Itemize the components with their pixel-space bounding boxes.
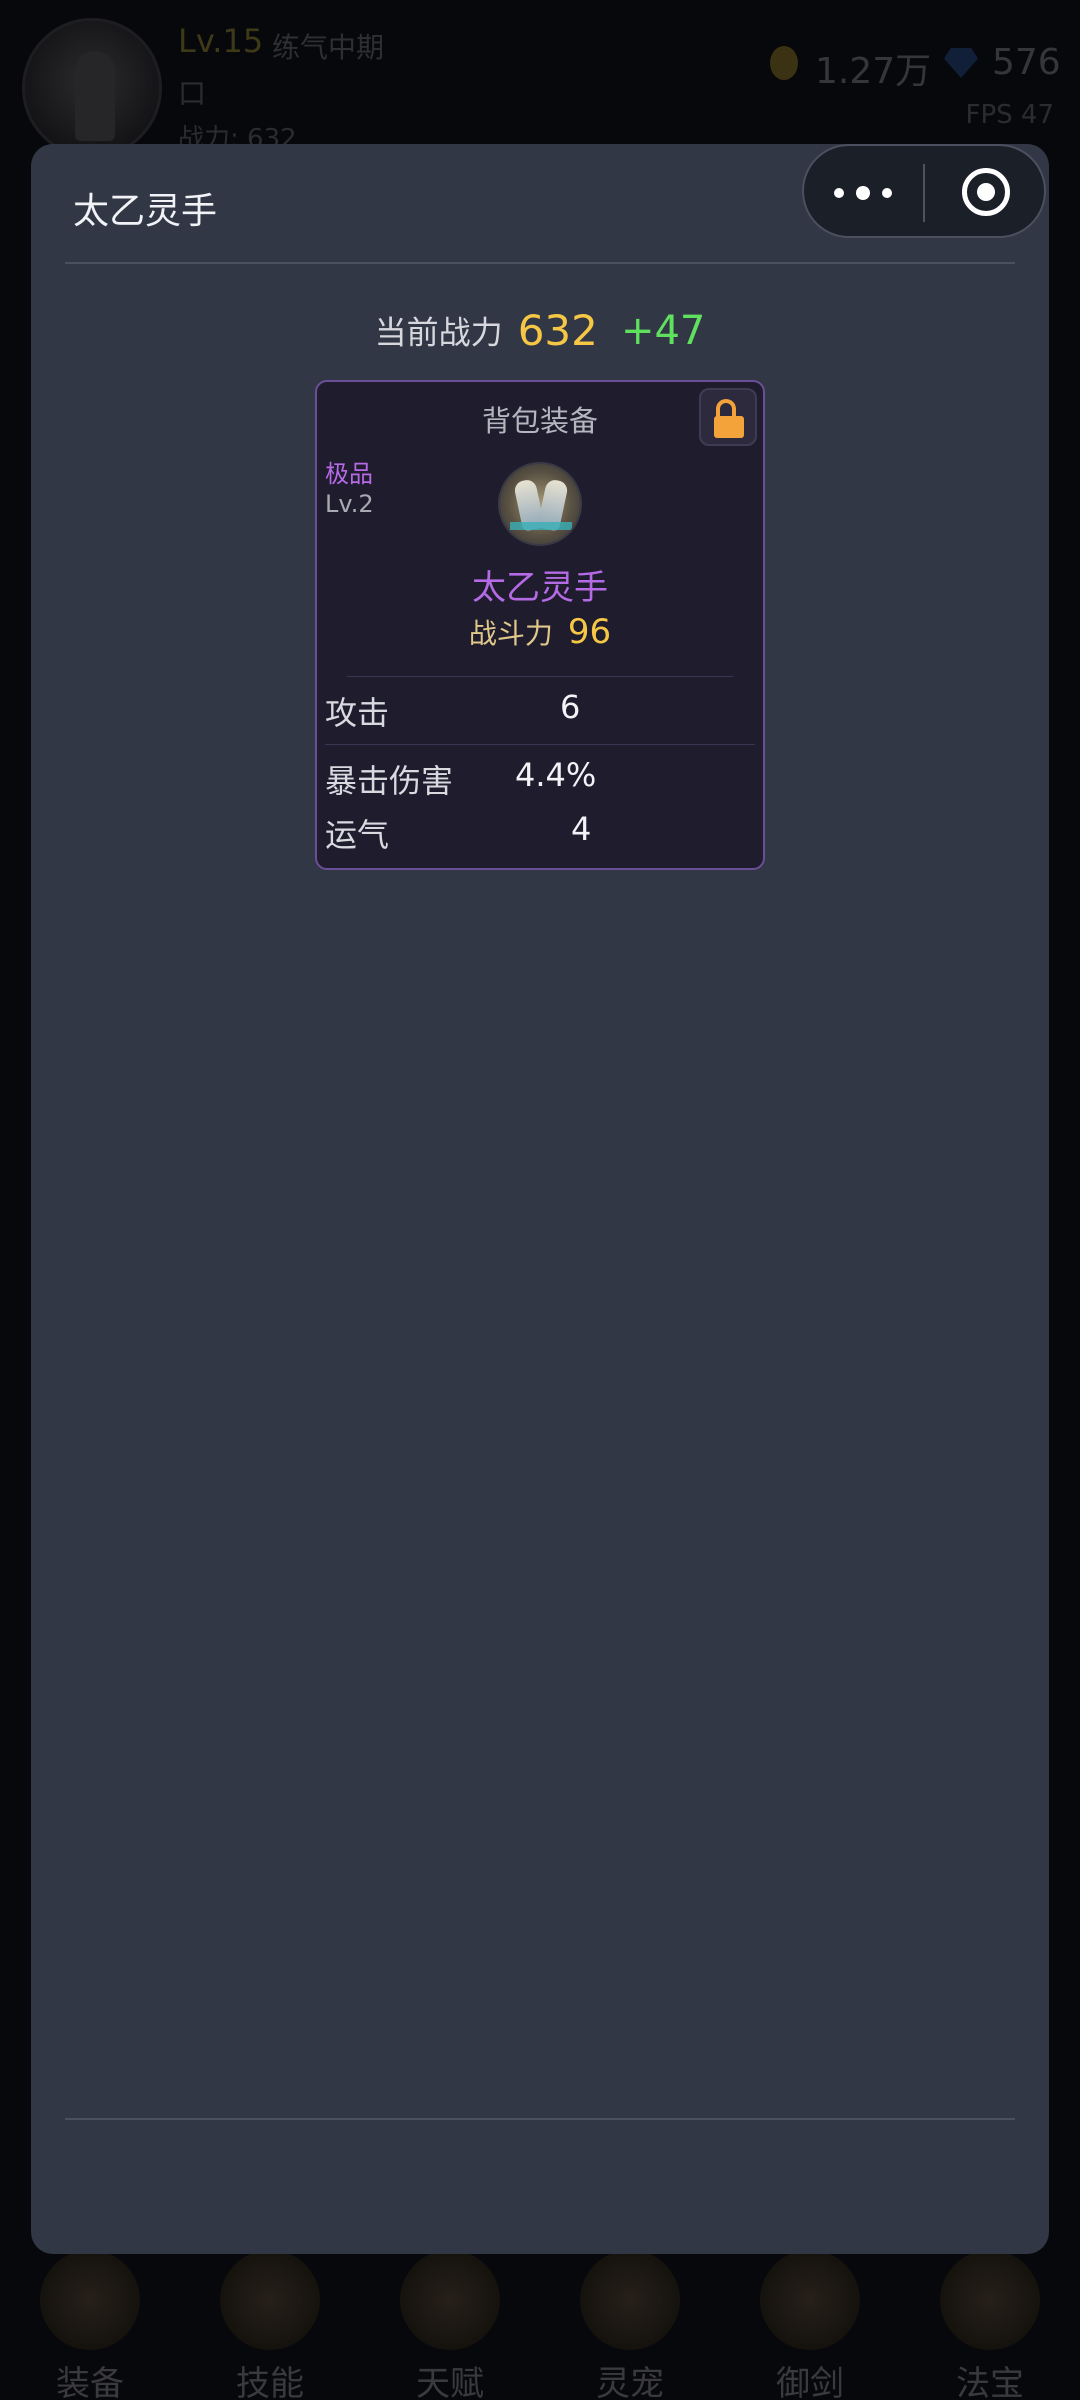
close-button[interactable] (958, 164, 1016, 222)
pet-icon (580, 2250, 680, 2350)
stat-value: 4.4% (515, 756, 597, 794)
tab-label: 装备 (56, 2364, 124, 2400)
tab-treasure: 法宝 (915, 2250, 1065, 2400)
power-delta: +47 (620, 307, 706, 354)
miniprogram-capsule (802, 144, 1046, 238)
capsule-divider (923, 164, 925, 222)
tab-pet: 灵宠 (555, 2250, 705, 2400)
talent-icon (400, 2250, 500, 2350)
sword-icon (760, 2250, 860, 2350)
stat-value: 6 (560, 688, 581, 726)
gold-amount: 1.27万 (815, 51, 932, 92)
more-button[interactable] (834, 176, 944, 210)
item-name: 太乙灵手 (472, 568, 608, 608)
avatar-figure (75, 51, 115, 141)
skills-icon (220, 2250, 320, 2350)
current-power-row: 当前战力 632 +47 (31, 306, 1049, 355)
tab-label: 天赋 (416, 2364, 484, 2400)
item-rarity: 极品 (325, 460, 373, 488)
more-dots-icon (834, 188, 844, 198)
item-card: 背包装备 极品 Lv.2 太乙灵手 战斗力 96 攻击 6 暴击伤害 4.4% … (315, 380, 765, 870)
item-power-value: 96 (567, 612, 612, 652)
fps-counter: FPS 47 (965, 100, 1055, 130)
card-header: 背包装备 (481, 404, 598, 438)
gem-amount: 576 (992, 42, 1061, 83)
item-power-label: 战斗力 (468, 617, 553, 650)
target-close-icon-core (977, 183, 995, 201)
modal-title: 太乙灵手 (73, 191, 218, 232)
more-dots-icon (856, 186, 870, 200)
tab-talent: 天赋 (375, 2250, 525, 2400)
stat-label: 攻击 (325, 694, 390, 732)
player-level: Lv.15 (178, 22, 264, 60)
gem-icon (944, 48, 978, 78)
glove-band (510, 522, 572, 530)
player-name: 口 (178, 77, 207, 110)
card-divider (325, 744, 755, 745)
footer-divider (65, 2118, 1015, 2120)
tab-label: 御剑 (776, 2364, 844, 2400)
gold-coin-icon (770, 46, 798, 80)
current-power-label: 当前战力 (374, 313, 503, 352)
player-avatar (22, 18, 162, 158)
item-power-row: 战斗力 96 (317, 612, 763, 652)
more-dots-icon (882, 188, 892, 198)
equipment-icon (40, 2250, 140, 2350)
card-divider (347, 676, 733, 677)
unlock-icon-body (714, 416, 744, 438)
stat-label: 暴击伤害 (325, 762, 454, 800)
tab-sword: 御剑 (735, 2250, 885, 2400)
bottom-tab-bar: 装备 技能 天赋 灵宠 御剑 法宝 (0, 2250, 1080, 2400)
header-divider (65, 262, 1015, 264)
gloves-icon (498, 462, 582, 546)
treasure-icon (940, 2250, 1040, 2350)
player-realm: 练气中期 (272, 31, 385, 64)
stat-label: 运气 (325, 816, 390, 854)
tab-label: 法宝 (956, 2364, 1024, 2400)
stat-value: 4 (571, 810, 592, 848)
current-power-value: 632 (517, 306, 598, 355)
item-level: Lv.2 (325, 490, 374, 518)
lock-toggle-button[interactable] (699, 388, 757, 446)
item-detail-modal: 太乙灵手 当前战力 632 +47 背包装备 极品 Lv.2 太乙灵手 战斗力 … (31, 144, 1049, 2254)
tab-label: 技能 (236, 2364, 304, 2400)
tab-skills: 技能 (195, 2250, 345, 2400)
tab-equipment: 装备 (15, 2250, 165, 2400)
tab-label: 灵宠 (596, 2364, 664, 2400)
